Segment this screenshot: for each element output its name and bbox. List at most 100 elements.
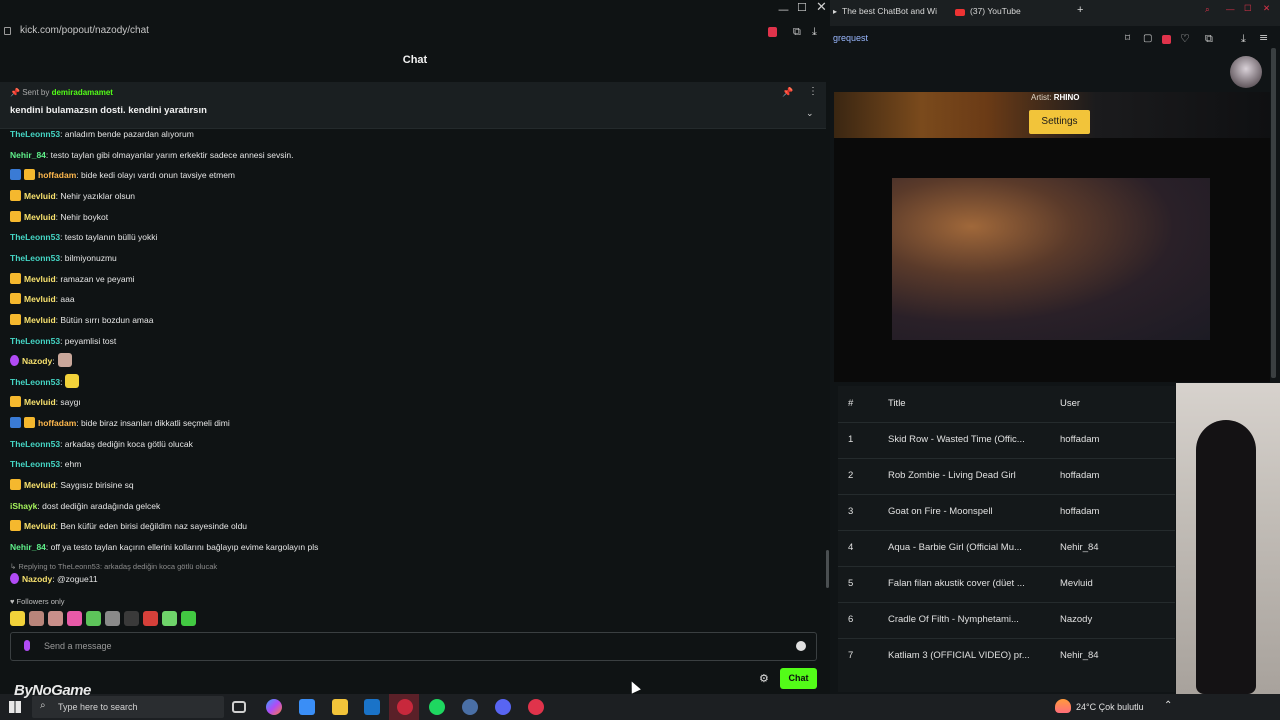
chat-username[interactable]: Mevluid <box>24 191 56 201</box>
chat-message[interactable]: TheLeonn53: <box>10 373 80 390</box>
chat-message[interactable]: Mevluid: Saygısız birisine sq <box>10 477 134 493</box>
chevron-down-icon[interactable]: ⌄ <box>806 108 814 119</box>
send-chat-button[interactable]: Chat <box>780 668 817 689</box>
chat-message[interactable]: Mevluid: aaa <box>10 291 75 307</box>
new-tab-icon[interactable]: + <box>1077 4 1083 16</box>
chat-username[interactable]: TheLeonn53 <box>10 459 60 469</box>
weather-icon[interactable] <box>1055 699 1071 713</box>
chat-scrollbar[interactable] <box>826 550 829 588</box>
spotify-icon[interactable] <box>429 699 445 715</box>
emote-icon[interactable] <box>67 611 82 626</box>
chat-username[interactable]: Mevluid <box>24 480 56 490</box>
chat-message[interactable]: Mevluid: Nehir yazıklar olsun <box>10 188 135 204</box>
chat-message[interactable]: TheLeonn53: arkadaş dediğin koca götlü o… <box>10 436 193 452</box>
chat-username[interactable]: TheLeonn53 <box>10 377 60 387</box>
windows-start-icon[interactable] <box>9 701 21 713</box>
chat-username[interactable]: Mevluid <box>24 315 56 325</box>
emote-icon[interactable] <box>10 611 25 626</box>
minimize-icon[interactable]: — <box>1226 4 1235 14</box>
settings-button[interactable]: Settings <box>1029 110 1090 134</box>
file-explorer-icon[interactable] <box>332 699 348 715</box>
pin-icon[interactable]: 📌 <box>782 87 793 98</box>
app-icon[interactable] <box>462 699 478 715</box>
bookmark-icon[interactable]: ⌑ <box>1125 33 1130 44</box>
chat-message[interactable]: hoffadam: bide kedi olayı vardı onun tav… <box>10 167 235 183</box>
chat-username[interactable]: Nazody <box>22 574 52 584</box>
chat-username[interactable]: Mevluid <box>24 397 56 407</box>
chat-username[interactable]: Mevluid <box>24 521 56 531</box>
outlook-icon[interactable] <box>364 699 380 715</box>
shield-icon[interactable] <box>768 27 777 37</box>
chat-username[interactable]: Mevluid <box>24 274 56 284</box>
maximize-icon[interactable]: ☐ <box>797 1 807 14</box>
right-url-text[interactable]: grequest <box>833 33 868 43</box>
chat-message[interactable]: Nazody: @zogue11 <box>10 571 98 587</box>
chat-username[interactable]: Mevluid <box>24 212 56 222</box>
chevron-up-icon[interactable]: ⌃ <box>1164 700 1172 711</box>
emote-icon[interactable] <box>162 611 177 626</box>
weather-text[interactable]: 24°C Çok bulutlu <box>1076 702 1144 712</box>
chat-message[interactable]: TheLeonn53: testo taylanın büllü yokki <box>10 229 157 245</box>
column-header-title[interactable]: Title <box>888 398 906 409</box>
chat-username[interactable]: hoffadam <box>38 418 76 428</box>
emote-icon[interactable] <box>124 611 139 626</box>
chat-username[interactable]: TheLeonn53 <box>10 336 60 346</box>
maximize-icon[interactable]: ☐ <box>1244 3 1252 14</box>
pinned-sent-by-user[interactable]: demiradamamet <box>52 88 113 97</box>
chat-message[interactable]: TheLeonn53: anladım bende pazardan alıyo… <box>10 126 194 142</box>
extensions-icon[interactable]: ⧉ <box>1205 32 1213 46</box>
page-scrollbar[interactable] <box>1271 48 1276 378</box>
emote-icon[interactable] <box>105 611 120 626</box>
chat-username[interactable]: TheLeonn53 <box>10 439 60 449</box>
message-input-placeholder[interactable]: Send a message <box>44 641 112 651</box>
chat-message[interactable]: Mevluid: Nehir boykot <box>10 209 108 225</box>
copilot-icon[interactable] <box>266 699 282 715</box>
gear-icon[interactable]: ⚙ <box>759 672 769 685</box>
emote-icon[interactable] <box>143 611 158 626</box>
chat-message[interactable]: hoffadam: bide biraz insanları dikkatli … <box>10 415 230 431</box>
chat-username[interactable]: Nazody <box>22 356 52 366</box>
chat-message[interactable]: Nehir_84: testo taylan gibi olmayanlar y… <box>10 147 293 163</box>
screenshot-icon[interactable]: ▢ <box>1143 33 1152 44</box>
taskbar-search-placeholder[interactable]: Type here to search <box>58 702 138 712</box>
emote-icon[interactable] <box>86 611 101 626</box>
search-icon[interactable]: ⌕ <box>1205 4 1210 15</box>
download-icon[interactable]: ⤓ <box>812 25 817 39</box>
shield-icon[interactable] <box>1162 35 1171 44</box>
emote-icon[interactable] <box>29 611 44 626</box>
video-frame[interactable] <box>892 178 1210 340</box>
message-input[interactable] <box>10 632 817 661</box>
chat-message[interactable]: Mevluid: saygı <box>10 394 81 410</box>
opera-icon[interactable] <box>528 699 544 715</box>
emote-icon[interactable] <box>181 611 196 626</box>
task-view-icon[interactable] <box>232 701 246 713</box>
minimize-icon[interactable]: — <box>778 3 789 16</box>
extensions-icon[interactable]: ⧉ <box>793 25 801 39</box>
chat-message[interactable]: TheLeonn53: bilmiyonuzmu <box>10 250 117 266</box>
chat-message[interactable]: TheLeonn53: ehm <box>10 456 81 472</box>
tab-chatbot[interactable]: The best ChatBot and Wi <box>842 6 937 16</box>
chat-username[interactable]: TheLeonn53 <box>10 232 60 242</box>
close-icon[interactable]: ✕ <box>1263 3 1270 14</box>
more-options-icon[interactable]: ⋮ <box>808 86 818 97</box>
heart-icon[interactable]: ♡ <box>1180 32 1190 45</box>
column-header-user[interactable]: User <box>1060 398 1080 409</box>
chat-username[interactable]: Nehir_84 <box>10 542 46 552</box>
chat-message[interactable]: Mevluid: Bütün sırrı bozdun amaa <box>10 312 153 328</box>
close-icon[interactable]: ✕ <box>816 0 827 15</box>
chat-message[interactable]: Mevluid: ramazan ve peyami <box>10 271 135 287</box>
chat-username[interactable]: TheLeonn53 <box>10 129 60 139</box>
url-text[interactable]: kick.com/popout/nazody/chat <box>20 25 149 36</box>
chat-username[interactable]: hoffadam <box>38 170 76 180</box>
store-icon[interactable] <box>299 699 315 715</box>
chat-username[interactable]: TheLeonn53 <box>10 253 60 263</box>
chat-message[interactable]: Nazody: <box>10 353 72 369</box>
chat-message[interactable]: TheLeonn53: peyamlisi tost <box>10 333 116 349</box>
avatar[interactable] <box>1230 56 1262 88</box>
menu-icon[interactable]: ≡ <box>1259 31 1268 44</box>
chat-message[interactable]: Nehir_84: off ya testo taylan kaçırın el… <box>10 539 318 555</box>
discord-icon[interactable] <box>495 699 511 715</box>
chat-username[interactable]: iShayk <box>10 501 37 511</box>
chat-message[interactable]: Mevluid: Ben küfür eden birisi değildim … <box>10 518 247 534</box>
chat-username[interactable]: Nehir_84 <box>10 150 46 160</box>
